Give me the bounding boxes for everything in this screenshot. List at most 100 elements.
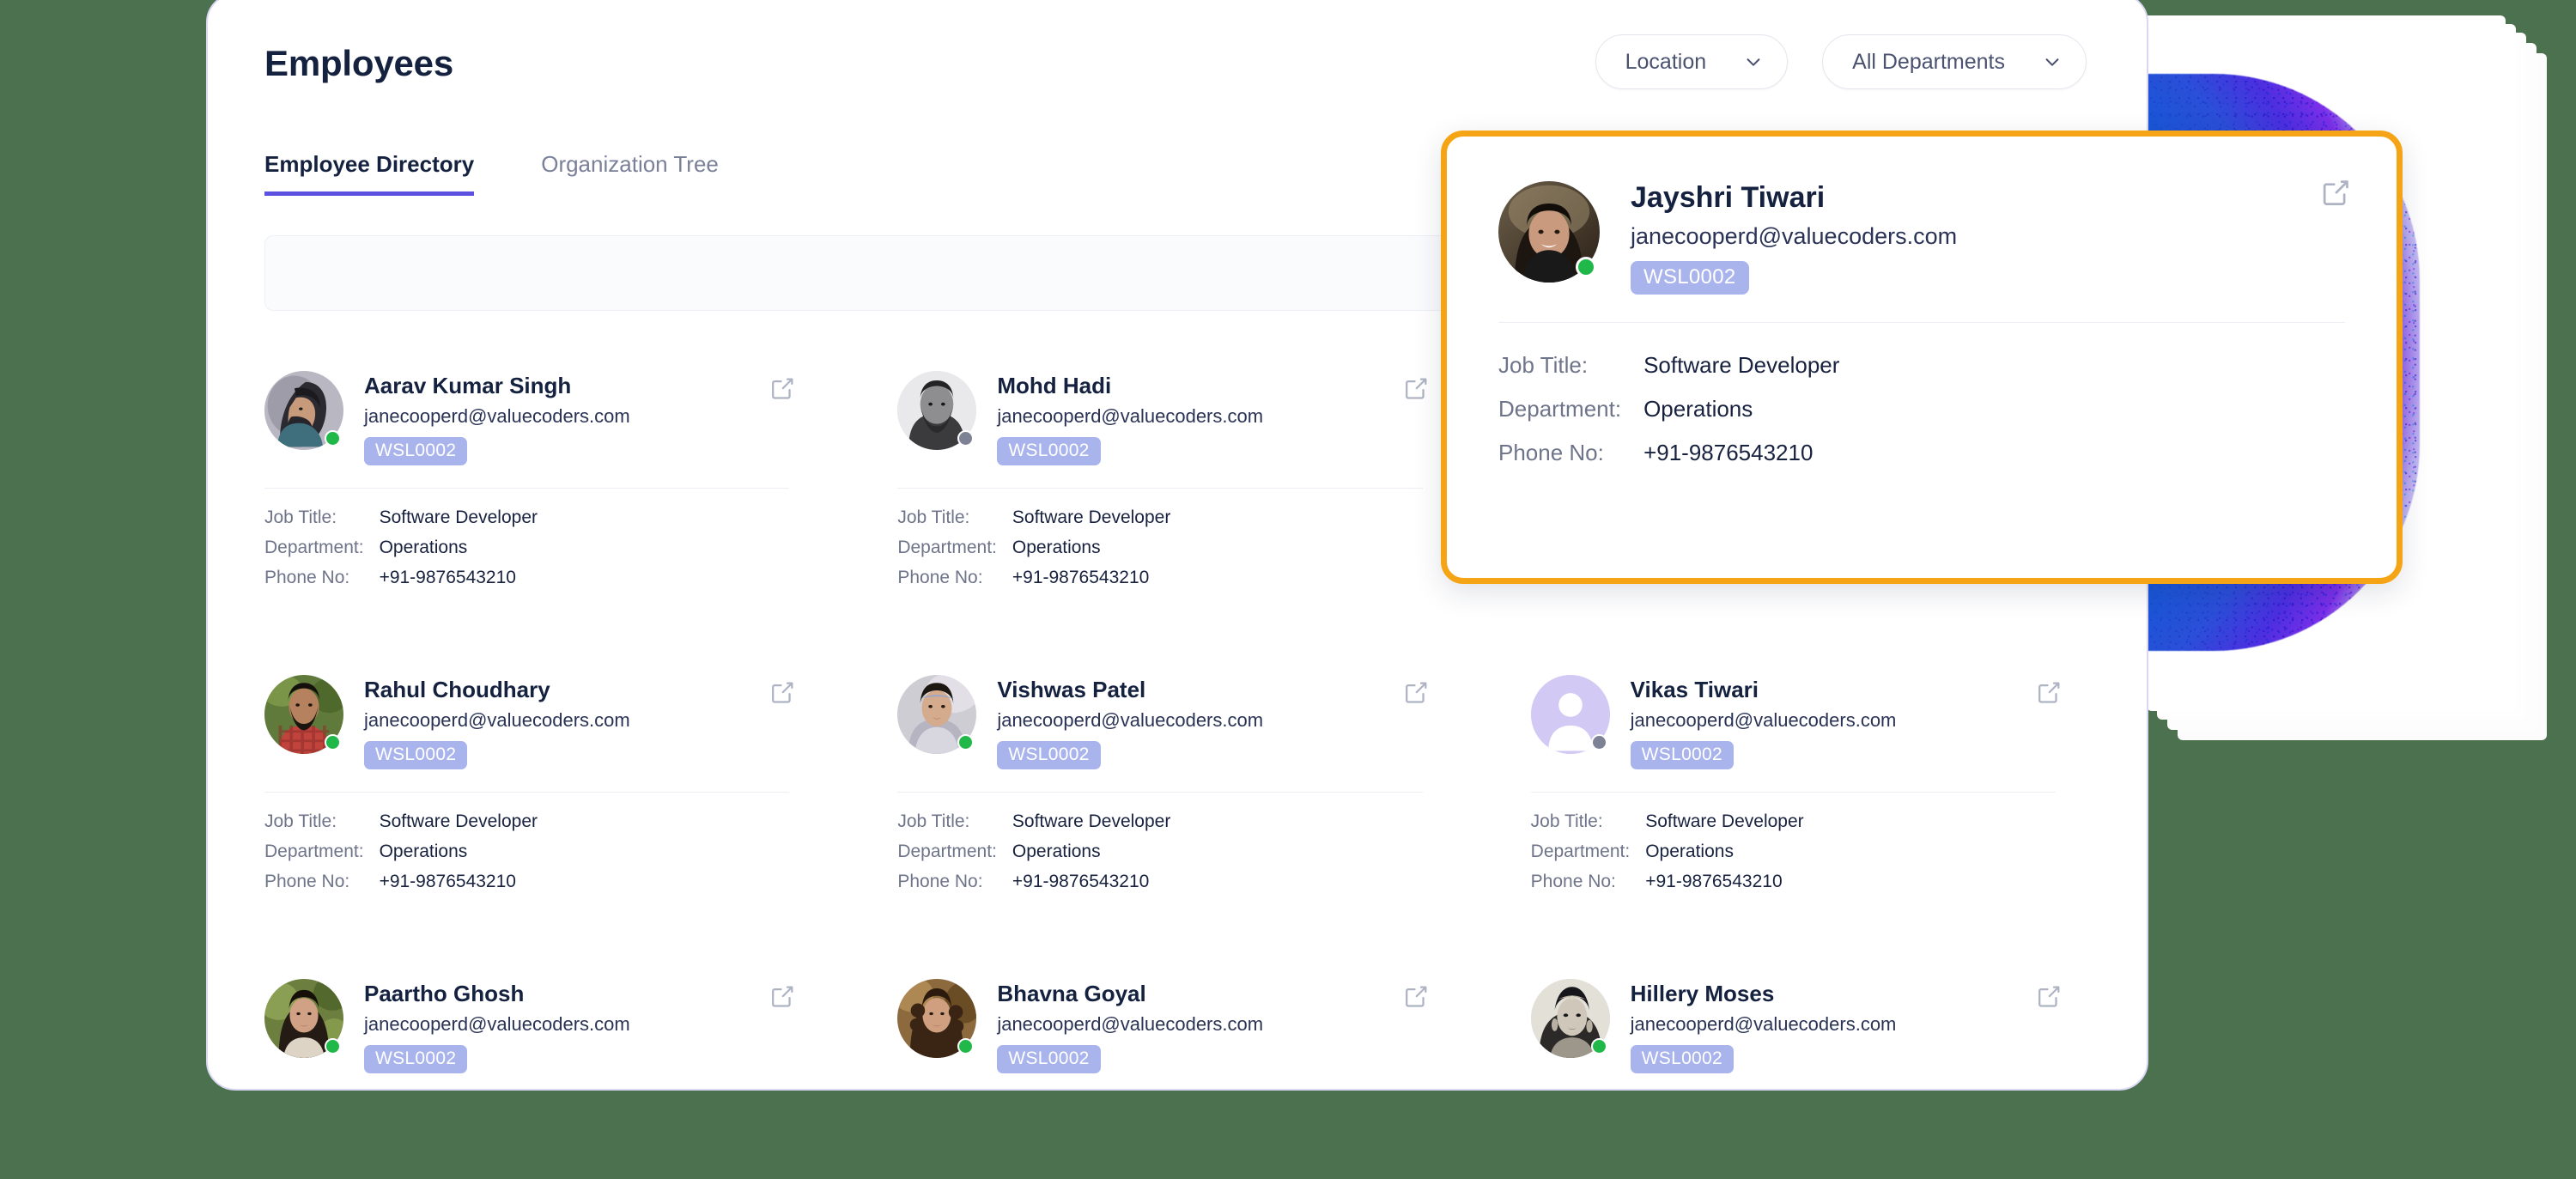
page-title: Employees xyxy=(264,43,453,83)
employee-name: Mohd Hadi xyxy=(997,373,1112,398)
external-link-icon[interactable] xyxy=(769,982,796,1010)
employee-card-header: Vishwas Patel janecooperd@valuecoders.co… xyxy=(897,675,1423,793)
job-title-value: Software Developer xyxy=(1645,811,1804,831)
external-link-icon[interactable] xyxy=(1402,982,1430,1010)
employee-card[interactable]: Aarav Kumar Singh janecooperd@valuecoder… xyxy=(264,356,837,659)
employee-badge: WSL0002 xyxy=(997,436,1101,465)
employee-card-header: Aarav Kumar Singh janecooperd@valuecoder… xyxy=(264,371,790,489)
popup-department-label: Department: xyxy=(1498,396,1622,422)
job-title-value: Software Developer xyxy=(1012,507,1171,527)
employee-card-header: Bhavna Goyal janecooperd@valuecoders.com… xyxy=(897,979,1422,1089)
external-link-icon[interactable] xyxy=(1402,678,1430,706)
employee-detail-popup[interactable]: Jayshri Tiwari janecooperd@valuecoders.c… xyxy=(1441,131,2403,584)
avatar xyxy=(1530,979,1610,1058)
popup-header: Jayshri Tiwari janecooperd@valuecoders.c… xyxy=(1498,181,2345,324)
popup-employee-email: janecooperd@valuecoders.com xyxy=(1631,223,1958,250)
employee-email: janecooperd@valuecoders.com xyxy=(997,1012,1264,1035)
employee-badge: WSL0002 xyxy=(1630,740,1734,769)
avatar xyxy=(897,675,977,754)
phone-label: Phone No: xyxy=(264,567,350,587)
department-filter-dropdown[interactable]: All Departments xyxy=(1822,34,2087,89)
external-link-icon[interactable] xyxy=(2319,176,2352,209)
employee-name: Vikas Tiwari xyxy=(1630,677,1759,702)
status-badge-offline xyxy=(957,430,975,447)
department-value: Operations xyxy=(1012,537,1101,557)
employee-details: Job Title: Software Developer Department… xyxy=(897,811,1422,892)
employee-email: janecooperd@valuecoders.com xyxy=(997,708,1264,731)
avatar xyxy=(1498,181,1600,283)
external-link-icon[interactable] xyxy=(2035,982,2063,1010)
job-title-label: Job Title: xyxy=(264,811,337,831)
employee-name: Aarav Kumar Singh xyxy=(364,373,572,398)
job-title-value: Software Developer xyxy=(379,811,538,831)
employee-card-header: Vikas Tiwari janecooperd@valuecoders.com… xyxy=(1530,675,2056,793)
employee-badge: WSL0002 xyxy=(364,1044,468,1073)
employee-details: Job Title: Software Developer Department… xyxy=(264,507,789,588)
avatar xyxy=(897,979,977,1058)
tab-organization-tree[interactable]: Organization Tree xyxy=(541,151,719,196)
avatar xyxy=(1530,675,1610,754)
employee-card[interactable]: Vishwas Patel janecooperd@valuecoders.co… xyxy=(897,659,1470,963)
job-title-label: Job Title: xyxy=(264,507,337,527)
employee-name: Bhavna Goyal xyxy=(997,981,1146,1006)
location-filter-label: Location xyxy=(1625,49,1707,74)
employee-badge: WSL0002 xyxy=(1630,1044,1734,1073)
external-link-icon[interactable] xyxy=(1402,374,1430,402)
job-title-label: Job Title: xyxy=(897,811,970,831)
employee-details: Job Title: Software Developer Department… xyxy=(1531,811,2056,892)
status-badge-online xyxy=(1590,1038,1607,1054)
status-badge-online xyxy=(325,430,341,447)
popup-department-value: Operations xyxy=(1643,396,1753,422)
employee-card[interactable]: Rahul Choudhary janecooperd@valuecoders.… xyxy=(264,659,837,963)
department-value: Operations xyxy=(379,537,468,557)
employee-email: janecooperd@valuecoders.com xyxy=(1630,1012,1897,1035)
department-label: Department: xyxy=(897,537,997,557)
tab-bar: Employee Directory Organization Tree xyxy=(264,151,719,196)
job-title-label: Job Title: xyxy=(897,507,970,527)
employee-email: janecooperd@valuecoders.com xyxy=(364,708,630,731)
phone-value: +91-9876543210 xyxy=(1012,871,1150,891)
job-title-value: Software Developer xyxy=(379,507,538,527)
employee-badge: WSL0002 xyxy=(997,1044,1101,1073)
employee-card[interactable]: Mohd Hadi janecooperd@valuecoders.com WS… xyxy=(897,356,1470,659)
tab-employee-directory[interactable]: Employee Directory xyxy=(264,151,475,196)
employee-name: Hillery Moses xyxy=(1630,981,1775,1006)
employee-email: janecooperd@valuecoders.com xyxy=(364,404,630,427)
department-label: Department: xyxy=(264,537,364,557)
job-title-label: Job Title: xyxy=(1530,811,1603,831)
chevron-down-icon xyxy=(2045,58,2059,66)
phone-value: +91-9876543210 xyxy=(1012,567,1150,587)
employee-badge: WSL0002 xyxy=(364,436,468,465)
department-label: Department: xyxy=(897,841,997,861)
location-filter-dropdown[interactable]: Location xyxy=(1595,34,1789,89)
employee-details: Job Title: Software Developer Department… xyxy=(264,811,789,892)
phone-label: Phone No: xyxy=(1530,871,1616,891)
avatar xyxy=(897,371,977,450)
employee-card-header: Hillery Moses janecooperd@valuecoders.co… xyxy=(1530,979,2056,1089)
status-badge-online xyxy=(325,1038,341,1054)
status-badge-online xyxy=(957,734,975,751)
status-badge-online xyxy=(325,734,341,751)
employee-name: Rahul Choudhary xyxy=(364,677,550,702)
external-link-icon[interactable] xyxy=(769,374,796,402)
phone-value: +91-9876543210 xyxy=(379,567,516,587)
external-link-icon[interactable] xyxy=(2035,678,2063,706)
popup-details: Job Title: Software Developer Department… xyxy=(1498,352,2345,466)
department-filter-label: All Departments xyxy=(1852,49,2005,74)
employee-card-header: Rahul Choudhary janecooperd@valuecoders.… xyxy=(264,675,790,793)
employee-card[interactable]: Paartho Ghosh janecooperd@valuecoders.co… xyxy=(264,963,837,1089)
popup-employee-badge: WSL0002 xyxy=(1631,261,1749,295)
popup-job-title-value: Software Developer xyxy=(1643,352,1840,379)
chevron-down-icon xyxy=(1747,58,1760,66)
employee-badge: WSL0002 xyxy=(997,740,1101,769)
status-badge-offline xyxy=(1590,734,1607,751)
employee-card[interactable]: Bhavna Goyal janecooperd@valuecoders.com… xyxy=(897,963,1470,1089)
employee-email: janecooperd@valuecoders.com xyxy=(364,1012,630,1035)
employee-card-header: Paartho Ghosh janecooperd@valuecoders.co… xyxy=(264,979,789,1089)
popup-phone-value: +91-9876543210 xyxy=(1643,440,1814,466)
employee-card[interactable]: Hillery Moses janecooperd@valuecoders.co… xyxy=(1530,963,2104,1089)
employee-card[interactable]: Vikas Tiwari janecooperd@valuecoders.com… xyxy=(1530,659,2104,963)
status-badge-online xyxy=(957,1038,975,1054)
external-link-icon[interactable] xyxy=(769,678,796,706)
avatar xyxy=(264,979,343,1058)
